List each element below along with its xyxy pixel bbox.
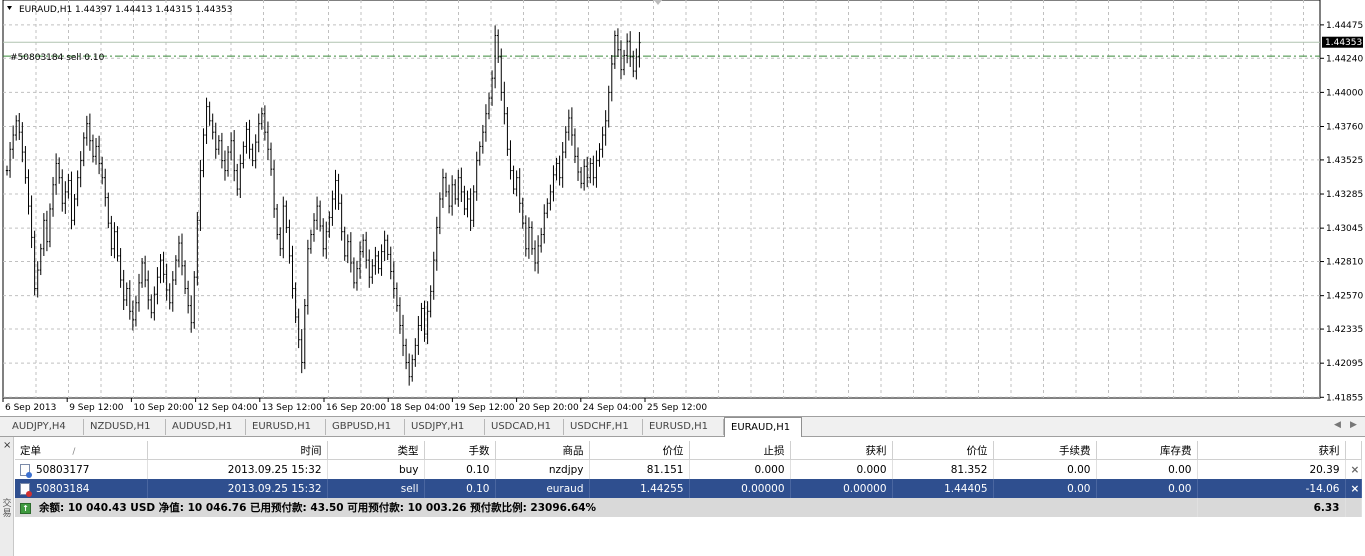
terminal-side-label: 交易 <box>2 499 12 519</box>
orders-table: 定单 / 时间 类型 手数 商品 价位 止损 获利 价位 手续费 库存费 获利 … <box>15 441 1362 517</box>
account-summary-row: ↑ 余额: 10 040.43 USD 净值: 10 046.76 已用预付款: … <box>15 498 1362 517</box>
price-axis: 1.44475 1.44240 1.44000 1.43760 1.43525 1.432… <box>1320 21 1363 403</box>
y-tick-label: 1.42095 <box>1326 359 1363 369</box>
profit-cell: -14.06 <box>1197 479 1346 498</box>
order-line-label: #50803184 sell 0.10 <box>10 53 105 63</box>
price-cell: 1.44405 <box>892 479 994 498</box>
chart-tab[interactable]: AUDJPY,H4 <box>6 419 84 435</box>
current-price-label: 1.44353 <box>1325 38 1362 48</box>
symbol-cell: nzdjpy <box>495 459 590 479</box>
column-header-open-price[interactable]: 价位 <box>589 441 690 460</box>
y-tick-label: 1.44000 <box>1326 88 1363 98</box>
order-cell: 50803184 <box>15 479 148 498</box>
x-tick-label: 12 Sep 04:00 <box>198 403 258 413</box>
chart-header: EURAUD,H1 1.44397 1.44413 1.44315 1.4435… <box>19 5 233 15</box>
column-header-order[interactable]: 定单 / <box>15 441 148 460</box>
type-cell: sell <box>327 479 425 498</box>
y-tick-label: 1.42570 <box>1326 292 1363 302</box>
open-price-cell: 81.151 <box>589 459 690 479</box>
price-chart[interactable]: 1.44475 1.44240 1.44000 1.43760 1.43525 1.432… <box>0 0 1365 416</box>
table-row[interactable]: 50803177 2013.09.25 15:32 buy 0.10 nzdjp… <box>15 459 1362 479</box>
lots-cell: 0.10 <box>424 459 496 479</box>
x-tick-label: 6 Sep 2013 <box>5 403 56 413</box>
column-header-lots[interactable]: 手数 <box>424 441 496 460</box>
chart-tab[interactable]: NZDUSD,H1 <box>84 419 166 435</box>
price-cell: 81.352 <box>892 459 994 479</box>
y-tick-label: 1.44240 <box>1326 54 1363 64</box>
chart-tab[interactable]: EURUSD,H1 <box>643 419 724 435</box>
y-tick-label: 1.41855 <box>1326 393 1363 403</box>
column-header-sl[interactable]: 止损 <box>689 441 791 460</box>
account-summary-cell: ↑ 余额: 10 040.43 USD 净值: 10 046.76 已用预付款: … <box>15 498 1198 517</box>
time-axis: 6 Sep 2013 9 Sep 12:00 10 Sep 20:00 12 Sep … <box>2 398 707 413</box>
x-tick-label: 10 Sep 20:00 <box>133 403 193 413</box>
chart-tab[interactable]: USDCHF,H1 <box>564 419 643 435</box>
sl-cell: 0.00000 <box>689 479 791 498</box>
symbol-cell: euraud <box>495 479 590 498</box>
tp-cell: 0.000 <box>790 459 893 479</box>
profit-cell: 20.39 <box>1197 459 1346 479</box>
close-order-icon[interactable]: × <box>1345 459 1362 479</box>
account-summary-text: 余额: 10 040.43 USD 净值: 10 046.76 已用预付款: 4… <box>39 502 597 514</box>
x-tick-label: 16 Sep 20:00 <box>326 403 386 413</box>
x-tick-label: 24 Sep 04:00 <box>583 403 643 413</box>
x-tick-label: 25 Sep 12:00 <box>647 403 707 413</box>
commission-cell: 0.00 <box>993 459 1097 479</box>
table-header-row: 定单 / 时间 类型 手数 商品 价位 止损 获利 价位 手续费 库存费 获利 <box>15 441 1362 460</box>
x-tick-label: 13 Sep 12:00 <box>262 403 322 413</box>
time-cell: 2013.09.25 15:32 <box>147 459 328 479</box>
open-price-cell: 1.44255 <box>589 479 690 498</box>
column-header-tp[interactable]: 获利 <box>790 441 893 460</box>
chart-tab[interactable]: EURAUD,H1 <box>724 417 802 437</box>
chart-tab[interactable]: GBPUSD,H1 <box>326 419 405 435</box>
sort-indicator: / <box>72 446 76 457</box>
balance-arrow-icon: ↑ <box>20 502 31 514</box>
column-header-commission[interactable]: 手续费 <box>993 441 1097 460</box>
y-tick-label: 1.43760 <box>1326 123 1363 133</box>
order-cell: 50803177 <box>15 459 148 479</box>
sell-order-icon <box>20 482 32 497</box>
total-profit-cell: 6.33 <box>1197 498 1346 517</box>
y-tick-label: 1.43045 <box>1326 224 1363 234</box>
x-tick-label: 18 Sep 04:00 <box>390 403 450 413</box>
swap-cell: 0.00 <box>1096 479 1198 498</box>
chart-tab-bar: AUDJPY,H4 NZDUSD,H1 AUDUSD,H1 EURUSD,H1 GBPU… <box>0 416 1365 437</box>
x-tick-label: 9 Sep 12:00 <box>69 403 124 413</box>
chart-canvas[interactable]: 1.44475 1.44240 1.44000 1.43760 1.43525 1.432… <box>0 0 1365 416</box>
table-row-selected[interactable]: 50803184 2013.09.25 15:32 sell 0.10 eura… <box>15 479 1362 498</box>
type-cell: buy <box>327 459 425 479</box>
time-cell: 2013.09.25 15:32 <box>147 479 328 498</box>
buy-order-icon <box>20 463 32 478</box>
close-order-icon[interactable]: × <box>1345 479 1362 498</box>
summary-empty-cell <box>1345 498 1362 517</box>
tab-scroll-left-icon[interactable]: ◀ <box>1334 420 1341 430</box>
close-icon[interactable]: × <box>3 440 11 451</box>
column-header-time[interactable]: 时间 <box>147 441 328 460</box>
commission-cell: 0.00 <box>993 479 1097 498</box>
column-header-type[interactable]: 类型 <box>327 441 425 460</box>
column-header-swap[interactable]: 库存费 <box>1096 441 1198 460</box>
x-tick-label: 19 Sep 12:00 <box>454 403 514 413</box>
y-tick-label: 1.42335 <box>1326 325 1363 335</box>
lots-cell: 0.10 <box>424 479 496 498</box>
tab-scroll-right-icon[interactable]: ▶ <box>1350 420 1357 430</box>
x-tick-label: 20 Sep 20:00 <box>519 403 579 413</box>
terminal-side-strip: × 交易 <box>0 437 14 556</box>
column-header-profit[interactable]: 获利 <box>1197 441 1346 460</box>
sl-cell: 0.000 <box>689 459 791 479</box>
swap-cell: 0.00 <box>1096 459 1198 479</box>
chart-tab[interactable]: EURUSD,H1 <box>246 419 326 435</box>
column-header-symbol[interactable]: 商品 <box>495 441 590 460</box>
chart-tab[interactable]: USDCAD,H1 <box>485 419 564 435</box>
y-tick-label: 1.42810 <box>1326 258 1363 268</box>
tp-cell: 0.00000 <box>790 479 893 498</box>
y-tick-label: 1.43285 <box>1326 190 1363 200</box>
column-header-price[interactable]: 价位 <box>892 441 994 460</box>
chart-tab[interactable]: USDJPY,H1 <box>405 419 485 435</box>
column-header-close <box>1345 441 1362 460</box>
terminal-panel: × 交易 定单 / 时间 类型 手数 商品 价位 止损 获利 价位 手续费 库存… <box>0 437 1365 556</box>
y-tick-label: 1.43525 <box>1326 156 1363 166</box>
chart-tab[interactable]: AUDUSD,H1 <box>166 419 246 435</box>
y-tick-label: 1.44475 <box>1326 21 1363 31</box>
